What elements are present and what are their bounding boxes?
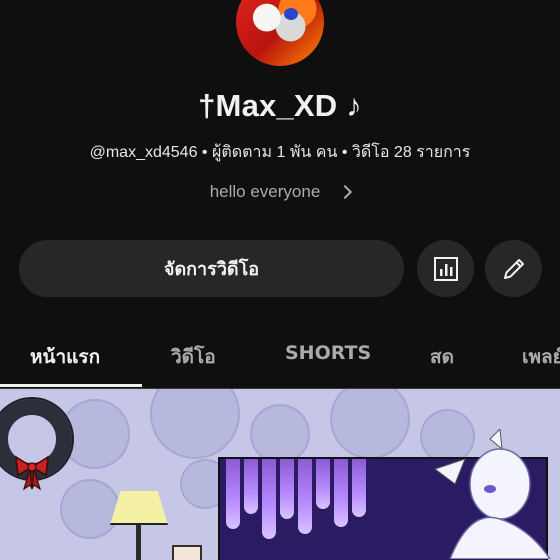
tab-live[interactable]: สด — [430, 342, 454, 372]
channel-banner-artwork[interactable] — [0, 389, 560, 560]
tab-home[interactable]: หน้าแรก — [30, 342, 100, 372]
channel-meta: @max_xd4546 • ผู้ติดตาม 1 พัน คน • วิดีโ… — [89, 144, 471, 161]
bar-chart-icon — [433, 256, 458, 281]
edit-button[interactable] — [485, 240, 542, 297]
active-tab-indicator — [0, 384, 142, 387]
tab-playlists[interactable]: เพลย์ — [522, 342, 560, 372]
red-bow-icon — [15, 455, 49, 491]
tab-shorts[interactable]: SHORTS — [285, 342, 371, 364]
channel-tabs: หน้าแรก วิดีโอ SHORTS สด เพลย์ — [0, 330, 560, 388]
channel-description: hello everyone — [209, 182, 321, 201]
channel-name: †Max_XD ♪ — [198, 88, 362, 123]
avatar-detail — [284, 8, 298, 20]
channel-avatar[interactable] — [236, 0, 324, 66]
manage-videos-button[interactable]: จัดการวิดีโอ — [19, 240, 404, 297]
chevron-right-icon — [338, 184, 353, 200]
channel-description-link[interactable]: hello everyone — [0, 182, 560, 202]
character-illustration — [433, 429, 551, 559]
stats-button[interactable] — [417, 240, 474, 297]
tab-videos[interactable]: วิดีโอ — [171, 342, 216, 372]
pencil-icon — [503, 258, 524, 279]
lamp-pole — [136, 525, 141, 560]
lamp-decoration — [110, 491, 168, 525]
picture-frame-decoration — [172, 545, 202, 560]
